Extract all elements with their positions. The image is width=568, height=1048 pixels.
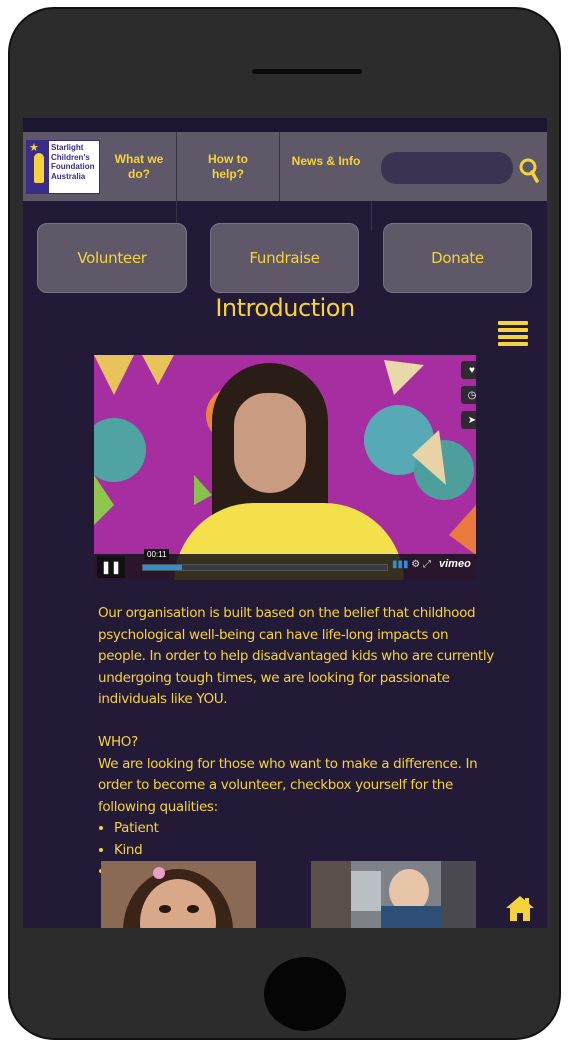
logo-text: Starlight Children's Foundation Australi… [51,143,99,181]
video-progress-bar[interactable] [142,564,388,571]
fundraise-button[interactable]: Fundraise [210,223,359,293]
nav-label: What we do? [114,151,164,181]
video-frame [94,355,476,580]
logo-line: Australia [51,171,86,181]
search-input[interactable] [381,152,513,184]
nav-news-info[interactable]: News & Info [279,132,372,201]
home-icon[interactable] [505,894,535,922]
person-face [234,393,306,493]
fullscreen-icon[interactable]: ⤢ [423,559,431,570]
nav-label: How to help? [208,151,248,181]
watch-later-icon[interactable]: ◷ [461,386,476,404]
video-settings-icons[interactable]: ▮▮▮ ⚙ ⤢ [392,559,431,570]
hamburger-menu-icon[interactable] [498,321,528,347]
boy-photo [311,861,476,928]
logo-mark: ★ [27,141,49,193]
nav-label: News & Info [291,154,361,168]
nav-what-we-do[interactable]: What we do? [103,132,175,201]
phone-speaker [252,69,362,74]
video-player[interactable]: ♥ ◷ ➤ ❚❚ 00:11 ▮▮▮ ⚙ ⤢ vimeo [94,355,476,580]
logo-line: Foundation [51,162,95,171]
child-photo-image [101,861,256,928]
video-controls: ❚❚ 00:11 ▮▮▮ ⚙ ⤢ vimeo [94,549,476,580]
intro-content: Our organisation is built based on the b… [98,603,498,883]
video-time: 00:11 [144,549,170,560]
phone-home-button[interactable] [264,957,346,1031]
settings-icon[interactable]: ⚙ [411,559,420,570]
status-strip [23,118,547,132]
nav-divider [371,201,372,231]
list-item: Kind [114,840,498,862]
pause-icon[interactable]: ❚❚ [97,556,125,578]
volunteer-button[interactable]: Volunteer [37,223,187,293]
vimeo-logo[interactable]: vimeo [439,558,471,570]
logo-figure [34,153,44,183]
child-photo [101,861,256,928]
logo-line: Starlight [51,143,84,152]
app-screen: ★ Starlight Children's Foundation Austra… [23,118,547,928]
search-icon[interactable] [519,158,539,184]
who-heading: WHO? [98,734,138,750]
starlight-logo[interactable]: ★ Starlight Children's Foundation Austra… [26,140,100,194]
page-title: Introduction [215,294,355,322]
boy-photo-image [311,861,476,928]
volume-icon[interactable]: ▮▮▮ [392,559,409,570]
share-icon[interactable]: ➤ [461,411,476,429]
intro-paragraph: Our organisation is built based on the b… [98,605,494,707]
like-icon[interactable]: ♥ [461,361,476,379]
list-item: Patient [114,818,498,840]
who-paragraph: We are looking for those who want to mak… [98,755,478,815]
video-progress-fill [143,565,183,570]
logo-line: Children's [51,152,90,162]
donate-button[interactable]: Donate [383,223,532,293]
nav-how-to-help[interactable]: How to help? [176,132,279,201]
